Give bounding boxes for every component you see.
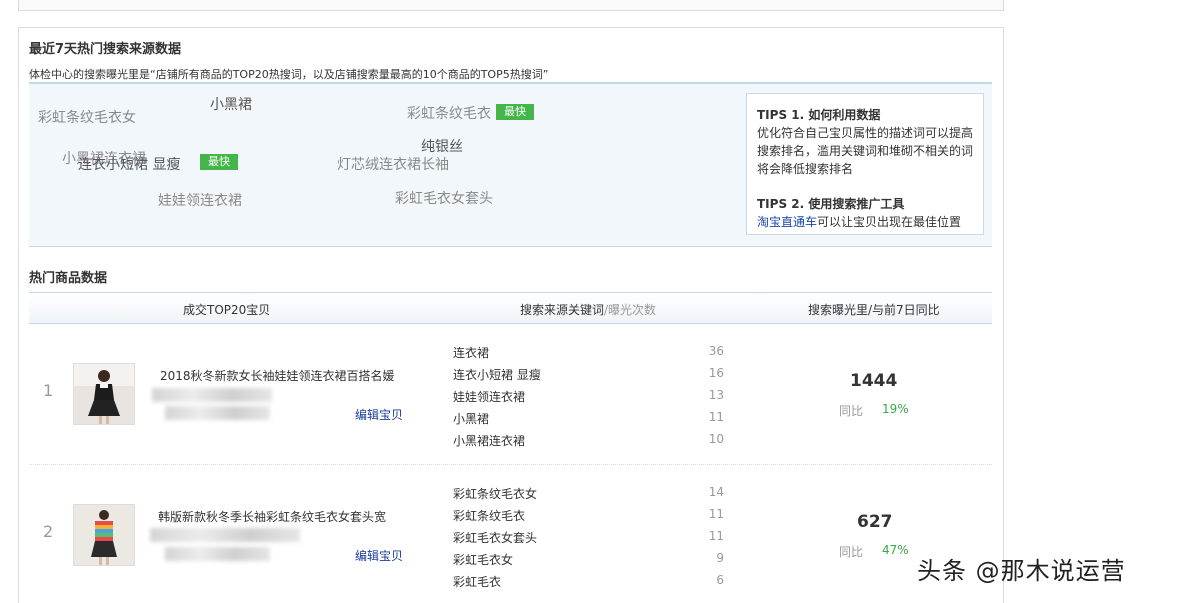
keyword-name: 连衣小短裙 显瘦 [453, 368, 541, 382]
column-keywords-label: 搜索来源关键词 [520, 303, 605, 317]
product-rank: 2 [43, 522, 54, 541]
hot-products-title: 热门商品数据 [29, 271, 108, 286]
tip2-title: TIPS 2. 使用搜索推广工具 [757, 197, 905, 211]
sweater-photo-icon [74, 505, 134, 565]
yoy-value: 47% [882, 543, 909, 557]
product-title[interactable]: 2018秋冬新款女长袖娃娃领连衣裙百搭名媛 [160, 367, 395, 384]
tips-box: TIPS 1. 如何利用数据 优化符合自己宝贝属性的描述词可以提高搜索排名，滥用… [746, 93, 984, 235]
keyword-count: 10 [708, 432, 724, 446]
keyword-name: 彩虹毛衣女 [453, 553, 514, 567]
cloud-keyword[interactable]: 连衣小短裙 显瘦 [78, 154, 180, 174]
edit-product-link[interactable]: 编辑宝贝 [355, 406, 403, 423]
keyword-count: 6 [716, 573, 724, 587]
keyword-name: 彩虹条纹毛衣女 [453, 487, 538, 501]
keyword-count: 11 [708, 529, 724, 543]
cloud-keyword[interactable]: 彩虹毛衣女套头 [395, 188, 493, 208]
keyword-name: 娃娃领连衣裙 [453, 390, 526, 404]
search-source-title: 最近7天热门搜索来源数据 [29, 42, 182, 57]
exposure-value: 627 [857, 512, 893, 532]
blurred-info [150, 528, 300, 542]
product-title[interactable]: 韩版新款秋冬季长袖彩虹条纹毛衣女套头宽 [158, 508, 386, 525]
column-exposure-count-label: /曝光次数 [604, 303, 657, 317]
row-divider [29, 464, 992, 465]
yoy-value: 19% [882, 402, 909, 416]
dress-photo-icon [74, 364, 134, 424]
cloud-keyword[interactable]: 彩虹条纹毛衣女 [38, 107, 136, 127]
keyword-name: 连衣裙 [453, 346, 490, 360]
keyword-count: 11 [708, 507, 724, 521]
keyword-count: 13 [708, 388, 724, 402]
watermark: 头条 @那木说运营 [917, 557, 1126, 585]
keyword-name: 彩虹毛衣 [453, 575, 502, 589]
tip2-body: 可以让宝贝出现在最佳位置 [817, 215, 962, 229]
tip2-body-line: 淘宝直通车可以让宝贝出现在最佳位置 [757, 213, 973, 231]
keyword-name: 小黑裙连衣裙 [453, 434, 526, 448]
keyword-name: 彩虹毛衣女套头 [453, 531, 538, 545]
tip1-title: TIPS 1. 如何利用数据 [757, 108, 881, 122]
cloud-keyword[interactable]: 灯芯绒连衣裙长袖 [337, 154, 449, 174]
product-rank: 1 [43, 381, 54, 400]
column-exposure: 搜索曝光里/与前7日同比 [808, 303, 940, 317]
keyword-name: 彩虹条纹毛衣 [453, 509, 526, 523]
exposure-value: 1444 [850, 371, 898, 391]
cloud-keyword[interactable]: 小黑裙 [210, 94, 252, 114]
keyword-count: 36 [708, 344, 724, 358]
keyword-name: 小黑裙 [453, 412, 490, 426]
blurred-info [165, 547, 270, 561]
fastest-badge: 最快 [496, 104, 534, 120]
search-source-description: 体检中心的搜索曝光里是“店铺所有商品的TOP20热搜词，以及店铺搜索量最高的10… [29, 68, 549, 81]
previous-section-edge [18, 0, 1004, 11]
products-table-header: 成交TOP20宝贝 搜索来源关键词/曝光次数 搜索曝光里/与前7日同比 [29, 292, 992, 324]
cloud-keyword[interactable]: 纯银丝 [421, 136, 463, 156]
product-thumbnail[interactable] [73, 363, 135, 425]
cloud-keyword[interactable]: 彩虹条纹毛衣 [407, 103, 491, 123]
tip1-body: 优化符合自己宝贝属性的描述词可以提高搜索排名，滥用关键词和堆砌不相关的词将会降低… [757, 126, 974, 176]
blurred-info [152, 388, 272, 402]
yoy-label: 同比 [839, 545, 864, 559]
blurred-info [165, 406, 270, 420]
cloud-keyword[interactable]: 娃娃领连衣裙 [158, 190, 242, 210]
yoy-label: 同比 [839, 404, 864, 418]
edit-product-link[interactable]: 编辑宝贝 [355, 547, 403, 564]
keyword-count: 9 [716, 551, 724, 565]
fastest-badge: 最快 [200, 154, 238, 170]
zhitongche-link[interactable]: 淘宝直通车 [757, 215, 817, 229]
column-keywords: 搜索来源关键词/曝光次数 [520, 301, 656, 318]
column-top20: 成交TOP20宝贝 [183, 303, 271, 317]
keyword-count: 11 [708, 410, 724, 424]
keyword-count: 14 [708, 485, 724, 499]
keyword-count: 16 [708, 366, 724, 380]
product-thumbnail[interactable] [73, 504, 135, 566]
